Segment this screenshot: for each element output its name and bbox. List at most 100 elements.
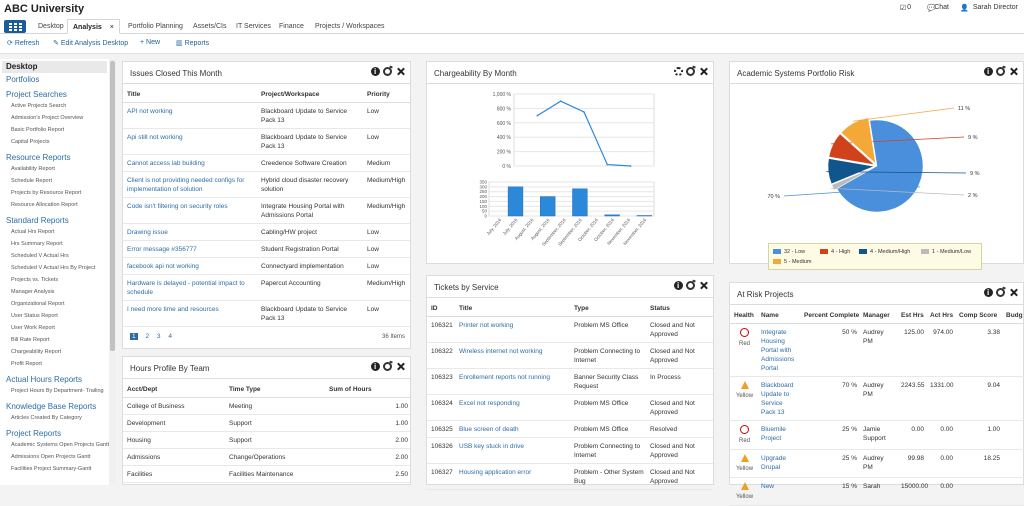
legend-item[interactable]: 4 - Medium/High [859, 249, 910, 255]
project-name-link[interactable]: Bluemile Project [757, 421, 800, 450]
issue-title-link[interactable]: Api still not working [123, 129, 257, 155]
info-icon[interactable] [984, 288, 993, 297]
ticket-title-link[interactable]: Excel not responding [455, 395, 570, 421]
project-name-link[interactable]: Upgrade Drupal [757, 450, 800, 478]
legend-item[interactable]: 5 - Medium [773, 259, 812, 265]
refresh-icon[interactable] [686, 281, 695, 290]
ticket-title-link[interactable]: Enrollement reports not running [455, 369, 570, 395]
table-row[interactable]: College of BusinessMeeting1.00 [123, 398, 410, 415]
refresh-icon[interactable] [383, 362, 392, 371]
column-header[interactable]: Project/Workspace [257, 84, 363, 103]
sidebar-item[interactable]: Scheduled V Actual Hrs [0, 250, 109, 262]
table-row[interactable]: 106325Blue screen of deathProblem MS Off… [427, 421, 713, 438]
sidebar-item[interactable]: Resource Allocation Report [0, 199, 109, 211]
ticket-title-link[interactable]: Blue screen of death [455, 421, 570, 438]
project-name-link[interactable]: Blackboard Update to Service Pack 13 [757, 377, 800, 421]
table-row[interactable]: Code isn't filtering on security rolesIn… [123, 198, 410, 224]
sidebar-item[interactable]: Basic Portfolio Report [0, 124, 109, 136]
app-grid-button[interactable] [4, 20, 26, 33]
ticket-title-link[interactable]: Printer not working [455, 317, 570, 343]
close-icon[interactable]: × [110, 24, 114, 31]
table-row[interactable]: HousingSupport2.00 [123, 432, 410, 449]
sidebar-item[interactable]: Projects by Resource Report [0, 187, 109, 199]
issue-title-link[interactable]: API not working [123, 103, 257, 129]
column-header[interactable]: Acct/Dept [123, 379, 225, 398]
sidebar-item[interactable]: Project Hours By Department- Trailing [0, 385, 109, 397]
tab-finance[interactable]: Finance [279, 23, 304, 30]
page-link[interactable]: 1 [130, 333, 138, 340]
issue-title-link[interactable]: Client is not providing needed configs f… [123, 172, 257, 198]
column-header[interactable]: Sum of Hours [325, 379, 410, 398]
column-header[interactable]: Status [646, 298, 713, 317]
issue-title-link[interactable]: Error message #356777 [123, 241, 257, 258]
sidebar-knowledge-base-reports[interactable]: Knowledge Base Reports [0, 402, 109, 412]
new-button[interactable]: + New [140, 39, 160, 46]
refresh-button[interactable]: ⟳ Refresh [7, 39, 39, 47]
tab-it-services[interactable]: IT Services [236, 23, 271, 30]
ticket-title-link[interactable]: Housing application error [455, 464, 570, 490]
sidebar-desktop[interactable]: Desktop [2, 61, 107, 73]
issue-title-link[interactable]: Hardware is delayed - potential impact t… [123, 275, 257, 301]
column-header[interactable]: Title [123, 84, 257, 103]
table-row[interactable]: 106322Wireless internet not workingProbl… [427, 343, 713, 369]
column-header[interactable]: Priority [363, 84, 410, 103]
table-row[interactable]: Hardware is delayed - potential impact t… [123, 275, 410, 301]
info-icon[interactable] [984, 67, 993, 76]
close-icon[interactable] [699, 67, 708, 76]
page-link[interactable]: 4 [168, 333, 172, 340]
table-row[interactable]: Client is not providing needed configs f… [123, 172, 410, 198]
sidebar-resource-reports[interactable]: Resource Reports [0, 153, 109, 163]
column-header[interactable]: Manager [859, 305, 897, 324]
sidebar-item[interactable]: Academic Systems Open Projects Gantt [0, 439, 109, 451]
table-row[interactable]: YellowNew15 %Sarah15000.000.00 [730, 478, 1024, 506]
check-icon[interactable]: ☑ [900, 4, 906, 12]
sidebar-item[interactable]: Active Projects Search [0, 100, 109, 112]
project-name-link[interactable]: Integrate Housing Portal with Admissions… [757, 324, 800, 377]
page-link[interactable]: 2 [145, 333, 149, 340]
column-header[interactable]: ID [427, 298, 455, 317]
close-icon[interactable] [396, 67, 405, 76]
table-row[interactable]: DevelopmentSupport1.00 [123, 415, 410, 432]
column-header[interactable]: Type [570, 298, 646, 317]
sidebar-portfolios[interactable]: Portfolios [0, 75, 109, 85]
sidebar-item[interactable]: Profit Report [0, 358, 109, 370]
table-row[interactable]: 106324Excel not respondingProblem MS Off… [427, 395, 713, 421]
column-header[interactable]: Est Hrs [897, 305, 926, 324]
issue-title-link[interactable]: I need more time and resources [123, 301, 257, 327]
chat-link[interactable]: Chat [934, 4, 949, 11]
legend-item[interactable]: 32 - Low [773, 249, 805, 255]
page-link[interactable]: 3 [157, 333, 161, 340]
ticket-title-link[interactable]: USB key stuck in drive [455, 438, 570, 464]
sidebar-item[interactable]: Articles Created By Category [0, 412, 109, 424]
sidebar-item[interactable]: Projects vs. Tickets [0, 274, 109, 286]
sidebar-item[interactable]: Facilities Project Summary-Gantt [0, 463, 109, 475]
table-row[interactable]: API not workingBlackboard Update to Serv… [123, 103, 410, 129]
tab-projects-workspaces[interactable]: Projects / Workspaces [315, 23, 385, 30]
sidebar-item[interactable]: Hrs Summary Report [0, 238, 109, 250]
table-row[interactable]: Api still not workingBlackboard Update t… [123, 129, 410, 155]
table-row[interactable]: Error message #356777Student Registratio… [123, 241, 410, 258]
sidebar-item[interactable]: Chargeability Report [0, 346, 109, 358]
table-row[interactable]: 106327Housing application errorProblem -… [427, 464, 713, 490]
info-icon[interactable] [371, 67, 380, 76]
column-header[interactable]: Act Hrs [926, 305, 955, 324]
column-header[interactable]: Title [455, 298, 570, 317]
sidebar-standard-reports[interactable]: Standard Reports [0, 216, 109, 226]
sidebar-item[interactable]: Availability Report [0, 163, 109, 175]
sidebar-item[interactable]: Admission's Project Overview [0, 112, 109, 124]
edit-desktop-button[interactable]: ✎ Edit Analysis Desktop [53, 39, 128, 47]
project-name-link[interactable]: New [757, 478, 800, 506]
ticket-title-link[interactable]: Wireless internet not working [455, 343, 570, 369]
sidebar-item[interactable]: User Status Report [0, 310, 109, 322]
sidebar-actual-hours-reports[interactable]: Actual Hours Reports [0, 375, 109, 385]
legend-item[interactable]: 4 - High [820, 249, 850, 255]
sidebar-item[interactable]: Scheduled V Actual Hrs By Project [0, 262, 109, 274]
sidebar-item[interactable]: Bill Rate Report [0, 334, 109, 346]
close-icon[interactable] [699, 281, 708, 290]
refresh-icon[interactable] [686, 67, 695, 76]
table-row[interactable]: FacilitiesFacilities Maintenance2.50 [123, 466, 410, 483]
sidebar-item[interactable]: Organizational Report [0, 298, 109, 310]
column-header[interactable]: Comp Score [955, 305, 1002, 324]
table-row[interactable]: 106321Printer not workingProblem MS Offi… [427, 317, 713, 343]
close-icon[interactable] [396, 362, 405, 371]
